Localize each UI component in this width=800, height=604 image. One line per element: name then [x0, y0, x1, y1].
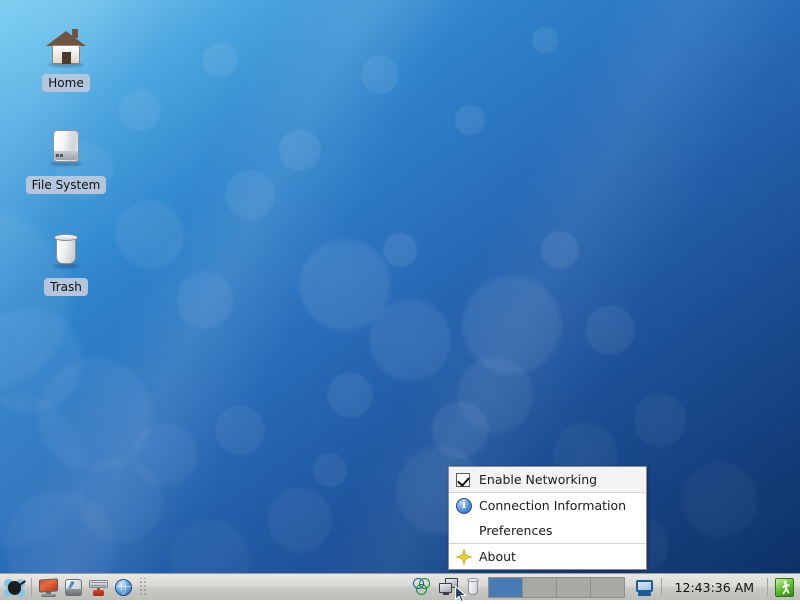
checkbox-checked-icon[interactable] — [455, 471, 473, 489]
house-icon — [42, 22, 90, 70]
menu-item-label: Preferences — [479, 518, 553, 543]
workspace-switcher[interactable] — [488, 577, 625, 598]
menu-item-label: Connection Information — [479, 493, 626, 518]
info-icon — [455, 497, 473, 515]
appfinder-launcher-button[interactable] — [62, 576, 85, 599]
terminal-launcher-button[interactable] — [37, 576, 60, 599]
applications-menu-button[interactable] — [3, 576, 26, 599]
workspace-3[interactable] — [557, 578, 590, 597]
taskbar-separator — [31, 578, 32, 596]
clock[interactable]: 12:43:36 AM — [666, 574, 763, 601]
taskbar-separator — [661, 578, 662, 596]
harddisk-icon — [42, 124, 90, 172]
panel-handle-grip[interactable] — [139, 578, 148, 596]
desktop-icon-label: Trash — [44, 278, 88, 296]
menu-item-about[interactable]: About — [449, 544, 646, 569]
browser-launcher-button[interactable] — [112, 576, 135, 599]
workspace-4[interactable] — [591, 578, 624, 597]
menu-item-label: Enable Networking — [479, 467, 597, 492]
workspace-2[interactable] — [523, 578, 556, 597]
menu-item-preferences[interactable]: Preferences — [449, 518, 646, 543]
desktop-icon-trash[interactable]: Trash — [18, 226, 114, 296]
desktop-icon-label: File System — [26, 176, 107, 194]
taskbar[interactable]: 12:43:36 AM — [0, 573, 800, 600]
desktop-root[interactable]: Home File System Trash Enable Networking — [0, 0, 800, 600]
filemanager-launcher-button[interactable] — [87, 576, 110, 599]
menu-item-label: About — [479, 544, 516, 569]
network-manager-context-menu[interactable]: Enable Networking Connection Information… — [448, 466, 647, 570]
no-icon-placeholder — [455, 522, 473, 540]
tray-tricircle-button[interactable] — [412, 576, 435, 599]
taskbar-separator — [767, 578, 768, 596]
workspace-1[interactable] — [489, 578, 522, 597]
show-desktop-button[interactable] — [633, 576, 656, 599]
desktop-icon-label: Home — [42, 74, 89, 92]
menu-item-enable-networking[interactable]: Enable Networking — [449, 467, 646, 492]
mouse-cursor — [455, 586, 467, 604]
menu-item-connection-information[interactable]: Connection Information — [449, 493, 646, 518]
logout-button[interactable] — [773, 576, 796, 599]
desktop-icon-file-system[interactable]: File System — [18, 124, 114, 194]
wallpaper-bokeh — [0, 0, 800, 600]
desktop-icon-home[interactable]: Home — [18, 22, 114, 92]
trashcan-icon — [42, 226, 90, 274]
star-icon — [455, 548, 473, 566]
